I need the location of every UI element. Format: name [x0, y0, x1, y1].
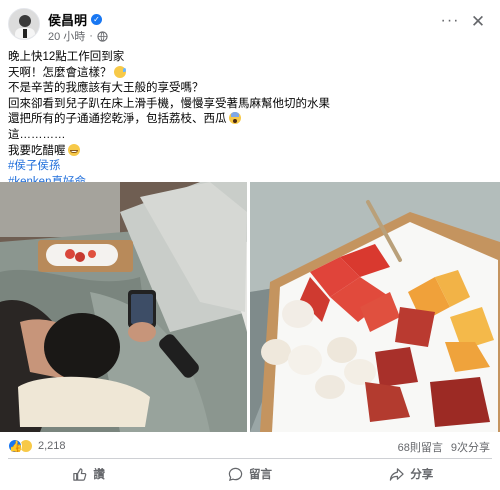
comment-label: 留言 [248, 469, 272, 481]
reaction-summary[interactable]: 2,218 [8, 439, 66, 453]
more-options-button[interactable]: ··· [438, 10, 462, 34]
share-label: 分享 [410, 469, 434, 481]
share-count-link[interactable]: 9次分享 [451, 439, 490, 455]
like-reaction-icon [8, 439, 22, 453]
author-avatar[interactable] [8, 8, 40, 40]
screaming-face-emoji-icon [228, 112, 241, 125]
photo-fruit-plate[interactable] [250, 182, 500, 432]
close-icon[interactable]: ✕ [466, 10, 490, 34]
photo-boy-on-bed[interactable] [0, 182, 247, 432]
verified-badge-icon: ✓ [91, 13, 103, 25]
post-line: 這………… [8, 128, 66, 141]
post-line: 我要吃醋喔 [8, 144, 66, 157]
action-bar: 讚 留言 分享 [8, 460, 492, 488]
post-body: 晚上快12點工作回到家 天啊！怎麼會這樣？ 不是辛苦的我應該有大王般的享受嗎？ … [8, 50, 492, 190]
post-line: 回來卻看到兒子趴在床上滑手機，慢慢享受著馬麻幫他切的水果 [8, 97, 330, 110]
like-button[interactable]: 讚 [8, 460, 169, 488]
post-line: 還把所有的子通通挖乾淨，包括荔枝、西瓜 [8, 113, 227, 126]
post-line-with-emoji: 還把所有的子通通挖乾淨，包括荔枝、西瓜 [8, 112, 492, 128]
like-label: 讚 [93, 469, 105, 481]
post-line-with-emoji: 天啊！怎麼會這樣？ [8, 65, 492, 82]
comment-bubble-icon [228, 467, 243, 481]
photo-grid [0, 182, 500, 432]
engagement-stats: 2,218 68則留言 9次分享 [8, 437, 492, 455]
grinning-emoji-icon [67, 143, 80, 156]
sweat-smile-emoji-icon [113, 65, 126, 78]
post-header: 侯昌明 ✓ 20 小時 · ··· ✕ [8, 8, 492, 48]
post-timestamp[interactable]: 20 小時 [48, 28, 85, 44]
post-card: 侯昌明 ✓ 20 小時 · ··· ✕ 晚上快12點工作回到家 天啊！怎麼會這樣… [0, 0, 500, 490]
comment-count-link[interactable]: 68則留言 [398, 439, 443, 455]
divider [8, 458, 492, 459]
hashtag-link[interactable]: #侯子侯孫 [8, 159, 492, 175]
post-line: 不是辛苦的我應該有大王般的享受嗎？ [8, 82, 204, 95]
post-line: 天啊！怎麼會這樣？ [8, 66, 112, 79]
share-arrow-icon [390, 467, 404, 481]
comment-button[interactable]: 留言 [169, 460, 330, 488]
reaction-count: 2,218 [38, 440, 66, 452]
post-line-with-emoji: 我要吃醋喔 [8, 143, 492, 160]
meta-separator: · [89, 30, 93, 42]
share-button[interactable]: 分享 [331, 460, 492, 488]
globe-icon [97, 30, 108, 42]
thumbs-up-icon [73, 467, 87, 481]
post-line: 晚上快12點工作回到家 [8, 51, 125, 63]
author-name[interactable]: 侯昌明 [48, 10, 87, 29]
